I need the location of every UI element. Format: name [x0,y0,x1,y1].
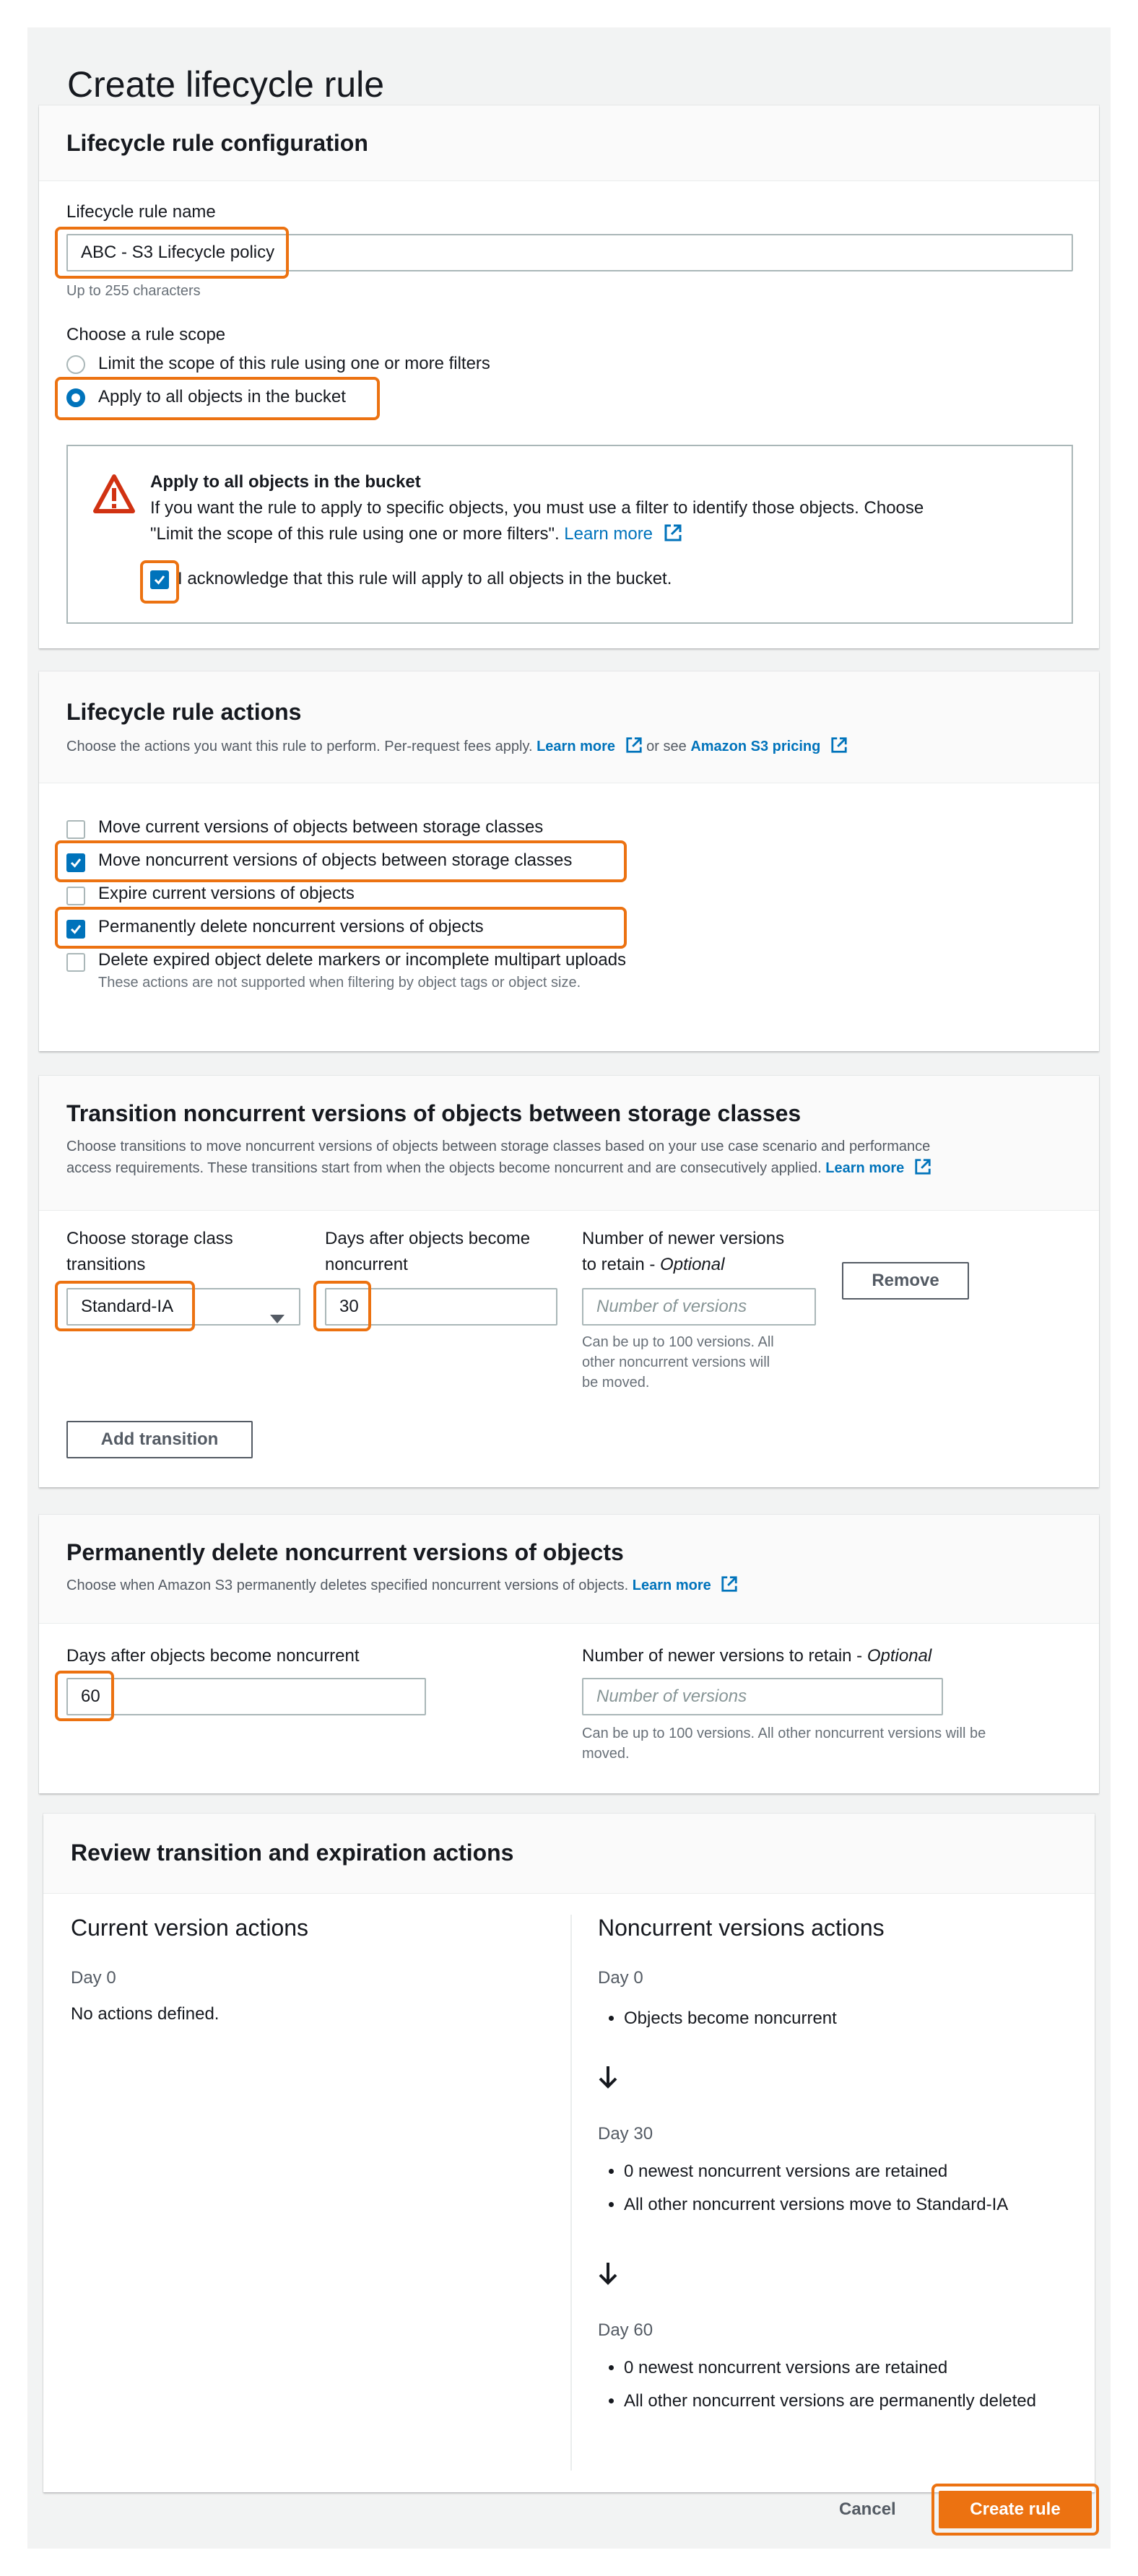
page-container: Create lifecycle rule Lifecycle rule con… [27,27,1111,2549]
delete-learn-more-link[interactable]: Learn more [633,1578,711,1593]
delete-days-highlight [55,1671,114,1721]
delete-versions-label: Number of newer versions to retain - Opt… [582,1646,932,1666]
alert-text-2: "Limit the scope of this rule using one … [150,521,682,550]
alert-title: Apply to all objects in the bucket [150,472,421,492]
create-rule-highlight [931,2484,1099,2536]
transition-learn-more-link[interactable]: Learn more [825,1160,904,1176]
remove-transition-button[interactable]: Remove [842,1262,969,1300]
external-link-icon [664,523,682,550]
action-checkbox-delete-markers[interactable] [66,953,85,972]
review-divider [570,1915,572,2471]
scope-alert: Apply to all objects in the bucket If yo… [66,445,1073,624]
day-60-list: 0 newest noncurrent versions are retaine… [598,2355,1057,2421]
noncurrent-day-30: Day 30 [598,2124,653,2144]
alert-text-1: If you want the rule to apply to specifi… [150,498,924,518]
transition-versions-input[interactable]: Number of versions [582,1288,816,1326]
actions-desc: Choose the actions you want this rule to… [66,735,848,761]
acknowledge-label[interactable]: I acknowledge that this rule will apply … [178,566,672,592]
versions-hint-3: be moved. [582,1375,650,1391]
transition-desc-1: Choose transitions to move noncurrent ve… [66,1139,931,1154]
current-actions-title: Current version actions [71,1915,309,1941]
external-link-icon [830,736,848,761]
warning-icon [92,474,136,518]
list-item: 0 newest noncurrent versions are retaine… [624,2355,1057,2381]
day-0-list: Objects become noncurrent [598,2006,1086,2039]
delete-noncurrent-highlight [55,907,627,949]
rule-name-hint: Up to 255 characters [66,283,201,299]
delete-title: Permanently delete noncurrent versions o… [66,1539,624,1565]
actions-title: Lifecycle rule actions [66,699,302,725]
alert-learn-more-link[interactable]: Learn more [564,524,653,544]
move-noncurrent-highlight [55,840,627,882]
page-title: Create lifecycle rule [67,64,385,105]
transition-title: Transition noncurrent versions of object… [66,1100,802,1126]
noncurrent-day-0: Day 0 [598,1968,643,1988]
storage-class-label-1: Choose storage class [66,1229,233,1248]
actions-note: These actions are not supported when fil… [98,975,581,991]
noncurrent-actions-title: Noncurrent versions actions [598,1915,885,1941]
action-label-expire-current[interactable]: Expire current versions of objects [98,881,355,907]
config-panel: Lifecycle rule configuration Lifecycle r… [39,105,1099,648]
add-transition-button[interactable]: Add transition [66,1421,253,1458]
day-30-list: 0 newest noncurrent versions are retaine… [598,2159,1086,2225]
scope-label: Choose a rule scope [66,325,226,344]
external-link-icon [625,736,643,761]
action-checkbox-move-current[interactable] [66,820,85,839]
transition-desc-2: access requirements. These transitions s… [66,1157,931,1183]
s3-pricing-link[interactable]: Amazon S3 pricing [690,739,820,754]
versions-label-1: Number of newer versions [582,1229,785,1248]
caret-down-icon [270,1302,284,1337]
list-item: All other noncurrent versions are perman… [624,2388,1057,2414]
list-item: 0 newest noncurrent versions are retaine… [624,2159,1086,2185]
config-title: Lifecycle rule configuration [66,130,368,156]
days-label-2: noncurrent [325,1255,408,1274]
delete-versions-hint-1: Can be up to 100 versions. All other non… [582,1726,986,1741]
storage-class-label-2: transitions [66,1255,146,1274]
rule-name-label: Lifecycle rule name [66,202,216,222]
delete-versions-input[interactable]: Number of versions [582,1678,943,1715]
actions-panel: Lifecycle rule actions Choose the action… [39,671,1099,1051]
noncurrent-day-60: Day 60 [598,2320,653,2340]
arrow-down-icon [598,2065,618,2096]
transition-days-highlight [313,1281,371,1331]
action-label-move-current[interactable]: Move current versions of objects between… [98,814,543,840]
storage-class-highlight [55,1281,195,1331]
scope-all-highlight [55,377,380,420]
scope-option-filters[interactable]: Limit the scope of this rule using one o… [98,351,490,377]
delete-versions-hint-2: moved. [582,1746,630,1762]
review-title: Review transition and expiration actions [71,1840,514,1866]
arrow-down-icon [598,2261,618,2292]
current-no-actions: No actions defined. [71,2004,220,2024]
cancel-button[interactable]: Cancel [839,2499,896,2520]
external-link-icon [721,1575,738,1600]
versions-label-2: to retain - Optional [582,1255,725,1274]
days-label-1: Days after objects become [325,1229,531,1248]
delete-days-label: Days after objects become noncurrent [66,1646,360,1666]
action-checkbox-expire-current[interactable] [66,887,85,905]
delete-days-input[interactable]: 60 [66,1678,426,1715]
scope-radio-filters[interactable] [66,355,85,374]
delete-desc: Choose when Amazon S3 permanently delete… [66,1574,738,1600]
current-day-0: Day 0 [71,1968,116,1988]
action-label-delete-markers[interactable]: Delete expired object delete markers or … [98,947,626,973]
list-item: Objects become noncurrent [624,2006,1086,2032]
versions-hint-1: Can be up to 100 versions. All [582,1334,774,1350]
acknowledge-highlight [140,560,179,604]
review-panel: Review transition and expiration actions… [43,1814,1095,2492]
versions-hint-2: other noncurrent versions will [582,1354,770,1370]
list-item: All other noncurrent versions move to St… [624,2192,1086,2218]
rule-name-highlight [55,227,289,279]
transition-panel: Transition noncurrent versions of object… [39,1076,1099,1487]
external-link-icon [914,1158,931,1183]
actions-learn-more-link[interactable]: Learn more [537,739,615,754]
delete-panel: Permanently delete noncurrent versions o… [39,1515,1099,1793]
